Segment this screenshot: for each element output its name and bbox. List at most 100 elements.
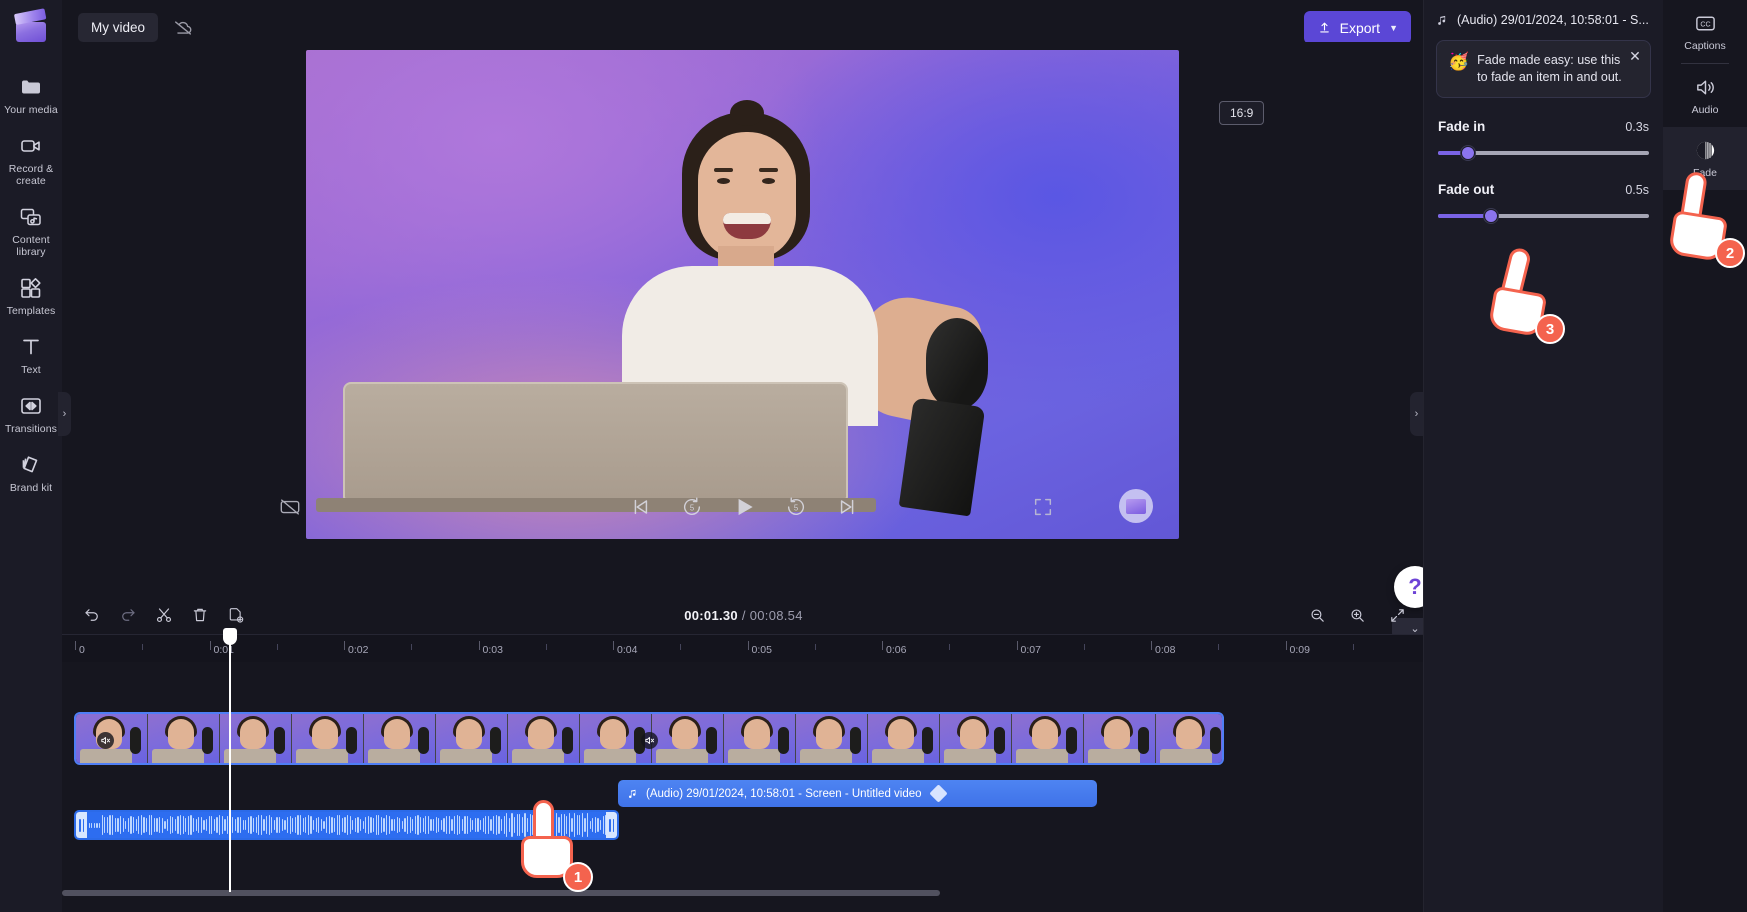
right-sidebar: CC Captions Audio Fade bbox=[1663, 0, 1747, 912]
mute-icon[interactable] bbox=[641, 732, 658, 749]
waveform-bar bbox=[573, 813, 576, 837]
video-canvas[interactable] bbox=[306, 50, 1179, 539]
fade-out-slider-knob[interactable] bbox=[1484, 209, 1498, 223]
total-time: 00:08.54 bbox=[749, 607, 803, 623]
folder-icon bbox=[19, 75, 43, 99]
waveform-bar bbox=[323, 820, 325, 830]
sidebar-item-brand-kit[interactable]: Brand kit bbox=[0, 444, 62, 503]
music-note-icon bbox=[1436, 14, 1449, 27]
waveform-bar bbox=[594, 817, 597, 833]
waveform-bar bbox=[271, 816, 273, 834]
rewind-5s-button[interactable]: 5 bbox=[679, 494, 705, 520]
fade-out-slider[interactable] bbox=[1438, 208, 1649, 224]
video-thumbnail bbox=[148, 714, 219, 763]
fade-in-slider[interactable] bbox=[1438, 145, 1649, 161]
waveform-bar bbox=[547, 814, 550, 836]
waveform-bar bbox=[130, 816, 132, 834]
zoom-in-button[interactable] bbox=[1344, 602, 1371, 629]
waveform-bar bbox=[192, 817, 195, 833]
skip-to-end-button[interactable] bbox=[835, 494, 861, 520]
trim-handle-right[interactable] bbox=[606, 812, 617, 838]
timeline-ruler[interactable]: 0 0:01 0:02 0:03 0:04 0:05 0:06 0:07 0:08 0:09 bbox=[62, 634, 1425, 662]
waveform-bar bbox=[357, 817, 359, 833]
trim-handle-left[interactable] bbox=[76, 812, 87, 838]
right-sidebar-item-fade[interactable]: Fade bbox=[1663, 127, 1747, 190]
waveform-bar bbox=[524, 813, 526, 837]
undo-button[interactable] bbox=[78, 602, 105, 629]
sidebar-item-label: Brand kit bbox=[9, 482, 53, 494]
waveform-bar bbox=[276, 817, 278, 833]
waveform-bar bbox=[393, 818, 396, 832]
waveform-bar bbox=[93, 822, 96, 828]
sidebar-item-content-library[interactable]: Content library bbox=[0, 196, 62, 267]
waveform-bar bbox=[532, 814, 534, 836]
play-button[interactable] bbox=[731, 494, 757, 520]
waveform-bar bbox=[151, 815, 153, 835]
sidebar-item-templates[interactable]: Templates bbox=[0, 267, 62, 326]
waveform-bar bbox=[427, 815, 430, 835]
waveform-bar bbox=[373, 818, 375, 832]
waveform-bar bbox=[521, 817, 523, 833]
waveform-bar bbox=[299, 815, 302, 835]
selected-audio-waveform-clip[interactable] bbox=[74, 810, 619, 840]
waveform-bar bbox=[537, 813, 539, 837]
waveform-bar bbox=[273, 820, 276, 830]
sidebar-item-your-media[interactable]: Your media bbox=[0, 66, 62, 125]
waveform-bar bbox=[224, 819, 226, 831]
waveform-bar bbox=[506, 813, 508, 837]
waveform-bar bbox=[96, 822, 98, 828]
video-thumbnail bbox=[1012, 714, 1083, 763]
right-sidebar-item-audio[interactable]: Audio bbox=[1663, 64, 1747, 127]
timeline-horizontal-scrollbar[interactable] bbox=[62, 888, 1425, 897]
fade-in-slider-knob[interactable] bbox=[1460, 146, 1475, 160]
waveform-bar bbox=[378, 814, 380, 836]
forward-5s-button[interactable]: 5 bbox=[783, 494, 809, 520]
project-name-input[interactable]: My video bbox=[78, 13, 159, 42]
waveform-bar bbox=[179, 814, 182, 836]
waveform-bar bbox=[409, 816, 411, 834]
split-button[interactable] bbox=[150, 602, 177, 629]
mute-icon[interactable] bbox=[97, 732, 114, 749]
ruler-tick-minor bbox=[411, 644, 413, 650]
fade-tip-callout: 🥳 Fade made easy: use this to fade an it… bbox=[1436, 40, 1651, 98]
delete-button[interactable] bbox=[186, 602, 213, 629]
waveform-bar bbox=[399, 818, 401, 832]
video-thumbnail bbox=[364, 714, 435, 763]
aspect-ratio-badge[interactable]: 16:9 bbox=[1219, 101, 1265, 125]
properties-panel: (Audio) 29/01/2024, 10:58:01 - S... 🥳 Fa… bbox=[1423, 0, 1663, 912]
right-sidebar-item-captions[interactable]: CC Captions bbox=[1663, 0, 1747, 63]
sidebar-item-record-create[interactable]: Record & create bbox=[0, 125, 62, 196]
skip-to-start-button[interactable] bbox=[627, 494, 653, 520]
duplicate-button[interactable] bbox=[222, 602, 249, 629]
waveform-bar bbox=[386, 815, 388, 835]
waveform-bar bbox=[375, 815, 377, 835]
waveform-bar bbox=[500, 819, 503, 831]
waveform-bar bbox=[132, 817, 135, 833]
waveform-bar bbox=[464, 815, 466, 835]
waveform-bar bbox=[420, 816, 422, 834]
music-note-icon bbox=[627, 788, 639, 800]
ruler-tick bbox=[1285, 641, 1287, 650]
waveform-bar bbox=[396, 817, 398, 833]
video-thumbnail bbox=[652, 714, 723, 763]
waveform-bar bbox=[534, 815, 537, 835]
waveform-bar bbox=[602, 816, 604, 834]
zoom-out-button[interactable] bbox=[1304, 602, 1331, 629]
audio-clip-secondary[interactable]: (Audio) 29/01/2024, 10:58:01 - Screen - … bbox=[618, 780, 1097, 807]
export-button[interactable]: Export ▼ bbox=[1303, 11, 1411, 44]
video-clip[interactable] bbox=[74, 712, 1224, 765]
cloud-off-icon[interactable] bbox=[172, 17, 194, 39]
fade-out-label: Fade out bbox=[1438, 182, 1495, 197]
audio-clip-fade-handle[interactable] bbox=[929, 784, 948, 803]
redo-button[interactable] bbox=[114, 602, 141, 629]
fit-to-screen-button[interactable] bbox=[1384, 602, 1411, 629]
close-icon[interactable]: ✕ bbox=[1627, 48, 1643, 64]
fullscreen-button[interactable] bbox=[1032, 496, 1058, 522]
playhead[interactable] bbox=[223, 628, 237, 892]
waveform-bar bbox=[260, 815, 263, 835]
sidebar-item-text[interactable]: Text bbox=[0, 326, 62, 385]
sidebar-item-transitions[interactable]: Transitions bbox=[0, 385, 62, 444]
left-panel-collapse-handle[interactable]: › bbox=[58, 392, 71, 436]
preview-panel-collapse-handle[interactable]: › bbox=[1410, 392, 1423, 436]
waveform-bar bbox=[529, 813, 531, 837]
